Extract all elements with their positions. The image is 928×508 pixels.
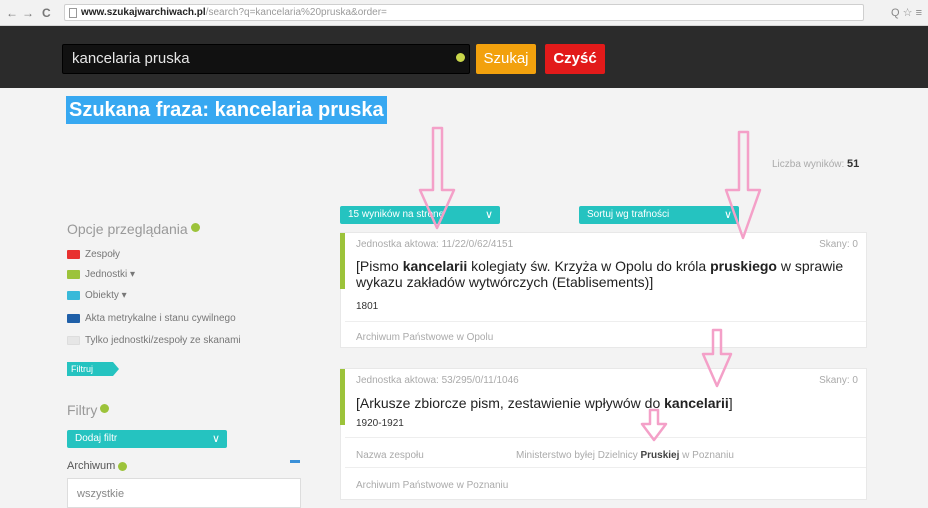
result-signature: Jednostka aktowa: 11/22/0/62/4151 [356, 239, 514, 250]
result-card[interactable]: Jednostka aktowa: 53/295/0/11/1046 Skany… [340, 368, 867, 500]
search-help-icon[interactable] [456, 53, 465, 62]
unit-type-marker [340, 233, 345, 289]
fond-value: Ministerstwo byłej Dzielnicy Pruskiej w … [516, 450, 734, 461]
page-icon [69, 8, 77, 18]
result-scans: Skany: 0 [819, 375, 858, 386]
filter-button[interactable]: Filtruj [67, 362, 119, 376]
green-swatch-icon [67, 269, 80, 279]
divider [345, 467, 866, 468]
help-icon[interactable] [100, 404, 110, 413]
unit-type-marker [340, 369, 345, 425]
chevron-down-icon: ∨ [211, 433, 220, 445]
archive-label: Archiwum [67, 460, 128, 472]
result-scans: Skany: 0 [819, 239, 858, 250]
facet-units[interactable]: Jednostki ▾ [67, 269, 135, 281]
result-archive: Archiwum Państwowe w Poznaniu [356, 480, 509, 491]
result-date: 1801 [356, 301, 379, 312]
facet-fonds[interactable]: Zespoły [67, 249, 120, 261]
url-host: www.szukajwarchiwach.pl [81, 7, 206, 18]
result-title[interactable]: [Pismo kancelarii kolegiaty św. Krzyża w… [356, 258, 856, 290]
facet-civil-records[interactable]: Akta metrykalne i stanu cywilnego [67, 313, 236, 325]
blue-swatch-icon [67, 313, 80, 323]
browser-toolbar: ← → C www.szukajwarchiwach.pl/search?q=k… [0, 0, 928, 26]
back-icon[interactable]: ← [6, 6, 18, 20]
chevron-down-icon: ∨ [723, 209, 732, 221]
search-input[interactable]: kancelaria pruska [62, 44, 470, 74]
browser-menu-icons[interactable]: Q ☆ ≡ [891, 6, 922, 19]
result-card[interactable]: Jednostka aktowa: 11/22/0/62/4151 Skany:… [340, 232, 867, 348]
help-icon[interactable] [190, 223, 200, 232]
sort-dropdown[interactable]: Sortuj wg trafności ∨ [579, 206, 739, 224]
divider [345, 437, 866, 438]
forward-icon[interactable]: → [22, 6, 34, 20]
browse-options-title: Opcje przeglądania [67, 221, 200, 237]
search-button[interactable]: Szukaj [476, 44, 536, 74]
red-swatch-icon [67, 249, 80, 259]
facet-objects[interactable]: Obiekty ▾ [67, 290, 127, 302]
filters-title: Filtry [67, 402, 110, 418]
result-signature: Jednostka aktowa: 53/295/0/11/1046 [356, 375, 519, 386]
result-date: 1920-1921 [356, 418, 404, 429]
reload-icon[interactable]: C [42, 6, 51, 20]
archive-select[interactable]: wszystkie [67, 478, 301, 508]
results-count: Liczba wyników: 51 [772, 158, 860, 170]
divider [345, 321, 866, 322]
checkbox[interactable] [67, 335, 80, 345]
per-page-dropdown[interactable]: 15 wyników na stronę ∨ [340, 206, 500, 224]
chevron-down-icon: ∨ [484, 209, 493, 221]
add-filter-dropdown[interactable]: Dodaj filtr ∨ [67, 430, 227, 448]
result-title[interactable]: [Arkusze zbiorcze pism, zestawienie wpły… [356, 395, 856, 411]
page-title: Szukana fraza: kancelaria pruska [66, 96, 387, 124]
facet-scans-only[interactable]: Tylko jednostki/zespoły ze skanami [67, 335, 241, 347]
clear-button[interactable]: Czyść [545, 44, 605, 74]
result-archive: Archiwum Państwowe w Opolu [356, 332, 494, 343]
address-bar[interactable]: www.szukajwarchiwach.pl/search?q=kancela… [64, 4, 864, 21]
collapse-icon[interactable] [290, 460, 300, 463]
help-icon[interactable] [118, 462, 128, 471]
fond-label: Nazwa zespołu [356, 450, 424, 461]
url-path: /search?q=kancelaria%20pruska&order= [205, 7, 387, 18]
cyan-swatch-icon [67, 290, 80, 300]
